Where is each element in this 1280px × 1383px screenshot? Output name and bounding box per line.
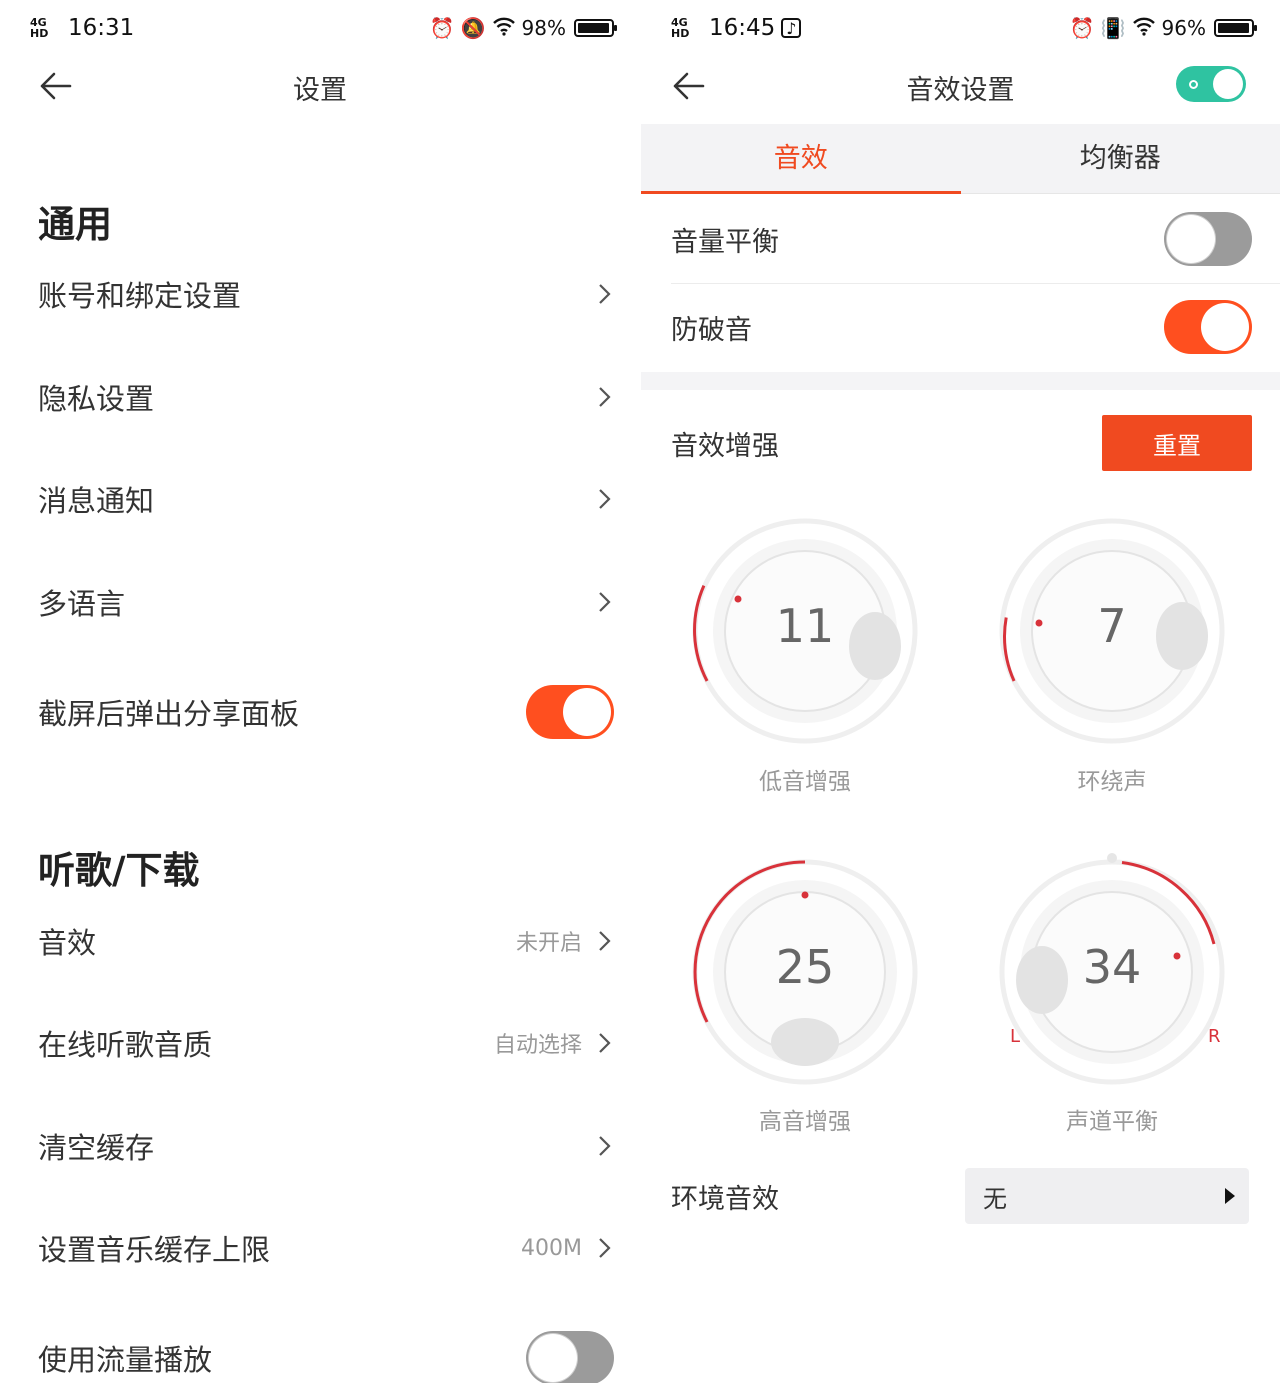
top-bar: 音效设置 xyxy=(641,56,1280,116)
surround-knob[interactable]: 7 xyxy=(992,511,1232,751)
ambient-effect-value: 无 xyxy=(983,1184,1007,1213)
alarm-icon: ⏰ xyxy=(1069,16,1095,40)
row-value: 自动选择 xyxy=(493,1033,582,1058)
battery-percent: 98% xyxy=(521,16,566,40)
treble-boost-knob[interactable]: 25 xyxy=(685,852,925,1092)
row-value: 未开启 xyxy=(515,931,582,956)
row-label: 清空缓存 xyxy=(38,1131,155,1165)
row-label: 隐私设置 xyxy=(38,382,155,416)
row-label: 账号和绑定设置 xyxy=(38,279,242,313)
knob-label-surround: 环绕声 xyxy=(1077,769,1147,795)
chevron-right-icon xyxy=(599,387,611,407)
bell-muted-icon: 🔕 xyxy=(460,16,486,40)
row-label: 音效 xyxy=(38,926,97,960)
tab-sound-effect[interactable]: 音效 xyxy=(641,124,961,194)
wifi-icon xyxy=(1132,16,1156,41)
row-enhance: 音效增强 重置 xyxy=(671,408,1252,478)
ambient-effect-select[interactable]: 无 xyxy=(965,1168,1249,1224)
knob-value: 34 xyxy=(1082,940,1142,994)
knob-value: 25 xyxy=(775,940,835,994)
sound-effect-master-toggle[interactable] xyxy=(1176,66,1246,102)
signal-icon: 4G HD xyxy=(671,16,690,40)
row-label: 使用流量播放 xyxy=(38,1343,213,1377)
chevron-right-icon xyxy=(599,592,611,612)
right-channel-mark: R xyxy=(1208,1026,1221,1047)
status-bar: 4G HD 16:31 ⏰ 🔕 98% xyxy=(30,8,617,48)
mobile-data-toggle[interactable] xyxy=(526,1331,614,1383)
section-title-listen-download: 听歌/下载 xyxy=(38,849,200,892)
enhance-label: 音效增强 xyxy=(671,430,779,462)
alarm-icon: ⏰ xyxy=(429,16,455,40)
triangle-right-icon xyxy=(1225,1188,1235,1204)
app-notification-icon: ♪ xyxy=(781,18,802,38)
row-ambient: 环境音效 xyxy=(671,1161,951,1231)
bass-boost-knob[interactable]: 11 xyxy=(685,511,925,751)
sound-effect-screen: 4G HD 16:45 ♪ ⏰ 📳 96% 音效设置 音效 均衡器 音量平衡 防… xyxy=(641,0,1280,1383)
row-volume-balance: 音量平衡 xyxy=(671,204,1252,274)
row-streaming-quality[interactable]: 在线听歌音质 自动选择 xyxy=(38,1013,614,1073)
page-title: 设置 xyxy=(293,75,347,106)
ambient-label: 环境音效 xyxy=(671,1183,779,1215)
top-bar: 设置 xyxy=(0,56,640,116)
row-account-binding[interactable]: 账号和绑定设置 xyxy=(38,264,614,324)
knob-label-treble: 高音增强 xyxy=(759,1109,851,1135)
signal-icon: 4G HD xyxy=(30,16,49,40)
tab-bar: 音效 均衡器 xyxy=(641,124,1280,194)
row-privacy[interactable]: 隐私设置 xyxy=(38,367,614,427)
battery-icon xyxy=(1214,19,1257,37)
row-label: 截屏后弹出分享面板 xyxy=(38,697,300,731)
battery-percent: 96% xyxy=(1161,16,1206,40)
vibrate-icon: 📳 xyxy=(1100,16,1126,40)
knob-label-channel-balance: 声道平衡 xyxy=(1066,1109,1158,1135)
row-label: 在线听歌音质 xyxy=(38,1028,213,1062)
row-label: 防破音 xyxy=(671,314,752,346)
status-bar: 4G HD 16:45 ♪ ⏰ 📳 96% xyxy=(671,8,1257,48)
row-language[interactable]: 多语言 xyxy=(38,572,614,632)
screenshot-share-toggle[interactable] xyxy=(526,685,614,739)
knob-value: 11 xyxy=(775,599,835,653)
battery-icon xyxy=(574,19,617,37)
section-divider xyxy=(641,372,1280,390)
row-label: 消息通知 xyxy=(38,484,155,518)
row-notifications[interactable]: 消息通知 xyxy=(38,469,614,529)
tab-equalizer[interactable]: 均衡器 xyxy=(961,124,1280,193)
status-time: 16:31 xyxy=(68,15,135,41)
reset-button[interactable]: 重置 xyxy=(1102,415,1252,471)
divider xyxy=(671,283,1280,284)
chevron-right-icon xyxy=(599,1033,611,1053)
section-title-general: 通用 xyxy=(38,203,112,246)
row-value: 400M xyxy=(521,1235,582,1261)
chevron-right-icon xyxy=(599,284,611,304)
row-label: 设置音乐缓存上限 xyxy=(38,1233,271,1267)
settings-screen: 4G HD 16:31 ⏰ 🔕 98% 设置 通用 账号和绑定设置 隐私设置 消… xyxy=(0,0,640,1383)
row-mobile-data-playback: 使用流量播放 xyxy=(38,1328,614,1383)
row-screenshot-share: 截屏后弹出分享面板 xyxy=(38,682,614,742)
anti-clipping-toggle[interactable] xyxy=(1164,300,1252,354)
row-label: 音量平衡 xyxy=(671,226,779,258)
chevron-right-icon xyxy=(599,1136,611,1156)
row-anti-clipping: 防破音 xyxy=(671,292,1252,362)
chevron-right-icon xyxy=(599,489,611,509)
row-sound-effect[interactable]: 音效 未开启 xyxy=(38,911,614,971)
knob-label-bass: 低音增强 xyxy=(759,769,851,795)
row-label: 多语言 xyxy=(38,587,126,621)
left-channel-mark: L xyxy=(1010,1026,1021,1047)
chevron-right-icon xyxy=(599,1238,611,1258)
status-time: 16:45 xyxy=(709,15,776,41)
wifi-icon xyxy=(492,16,516,41)
volume-balance-toggle[interactable] xyxy=(1164,212,1252,266)
row-clear-cache[interactable]: 清空缓存 xyxy=(38,1116,614,1176)
channel-balance-knob[interactable]: 34 L R xyxy=(992,852,1232,1092)
knob-value: 7 xyxy=(1097,599,1127,653)
chevron-right-icon xyxy=(599,931,611,951)
row-cache-limit[interactable]: 设置音乐缓存上限 400M xyxy=(38,1218,614,1278)
